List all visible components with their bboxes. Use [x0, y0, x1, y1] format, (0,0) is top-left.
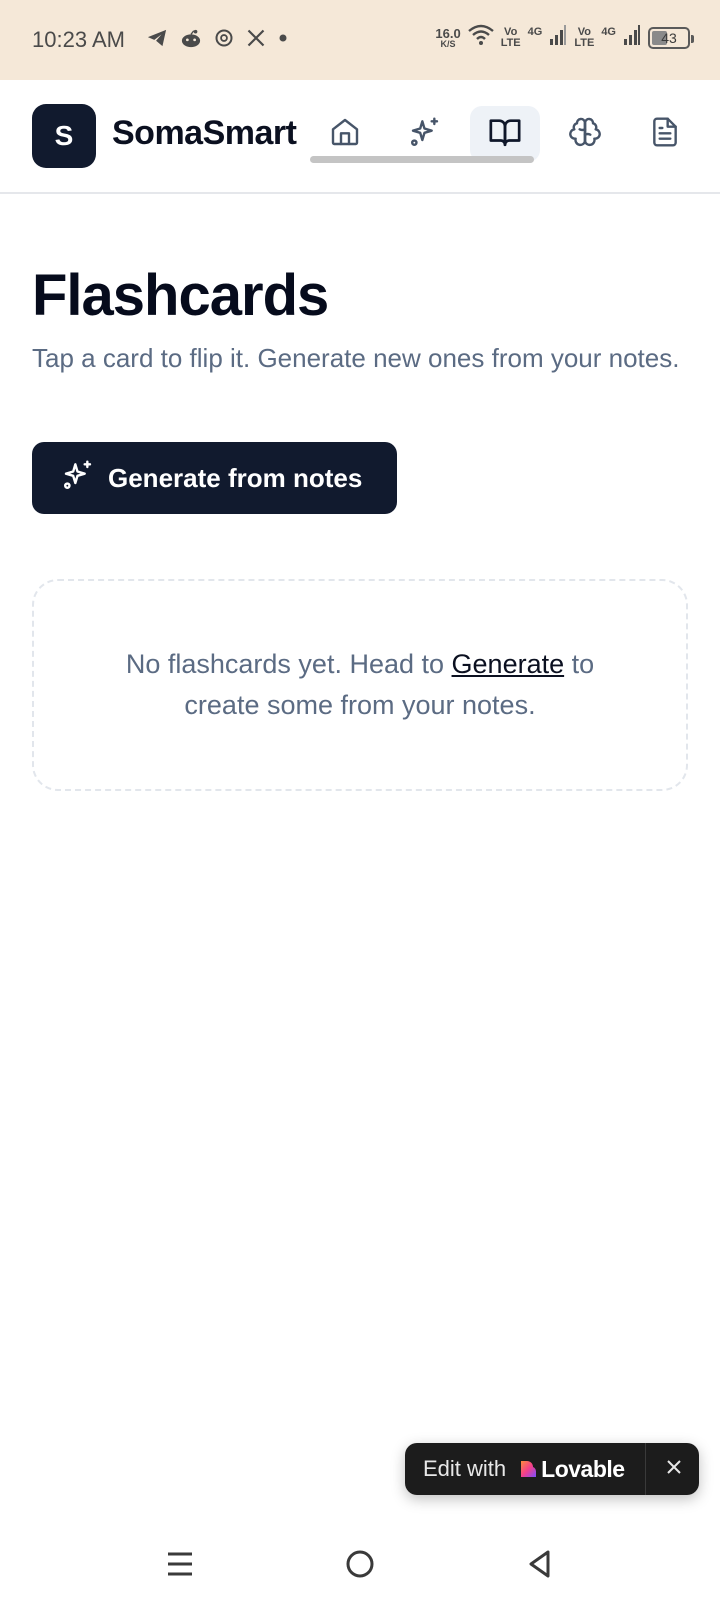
- status-app-icons: [146, 28, 288, 48]
- close-badge-button[interactable]: [661, 1456, 687, 1482]
- network-type-2: 4G: [601, 25, 616, 38]
- reddit-icon: [180, 28, 202, 48]
- empty-state-text: No flashcards yet. Head to Generate to c…: [125, 649, 595, 720]
- menu-icon: [166, 1550, 194, 1583]
- volte-indicator-1: Vo LTE: [500, 25, 521, 49]
- sparkles-icon: [62, 459, 94, 498]
- signal-icon-1: [549, 24, 567, 51]
- circle-icon: [345, 1549, 375, 1584]
- nav-notes[interactable]: [630, 106, 700, 162]
- home-button[interactable]: [340, 1546, 380, 1586]
- close-icon: [666, 1459, 682, 1480]
- signal-icon-2: [623, 24, 641, 51]
- recents-button[interactable]: [160, 1546, 200, 1586]
- threads-icon: [214, 28, 234, 48]
- lovable-brand: Lovable: [541, 1455, 625, 1482]
- nav-generate[interactable]: [390, 106, 460, 162]
- generate-link[interactable]: Generate: [452, 649, 565, 679]
- nav-home[interactable]: [310, 106, 380, 162]
- sparkles-icon: [409, 116, 441, 153]
- triangle-back-icon: [526, 1549, 554, 1584]
- battery-icon: 43: [648, 26, 694, 49]
- dot-icon: [278, 33, 288, 43]
- status-bar: 10:23 AM 16.0 K/S Vo LTE 4G Vo LTE 4G 43: [0, 0, 720, 80]
- lovable-heart-icon: [518, 1459, 538, 1479]
- lovable-badge[interactable]: Edit with Lovable: [405, 1443, 699, 1495]
- empty-state: No flashcards yet. Head to Generate to c…: [32, 579, 688, 791]
- wifi-icon: [467, 24, 494, 51]
- book-open-icon: [488, 115, 522, 154]
- nav-quiz[interactable]: [550, 106, 620, 162]
- main-nav: [310, 106, 710, 162]
- generate-button-label: Generate from notes: [108, 462, 363, 493]
- lovable-label: Edit with: [423, 1456, 507, 1481]
- back-button[interactable]: [520, 1546, 560, 1586]
- generate-from-notes-button[interactable]: Generate from notes: [32, 442, 397, 514]
- page-subtitle: Tap a card to flip it. Generate new ones…: [32, 343, 680, 373]
- app-logo[interactable]: S: [32, 104, 96, 168]
- brain-icon: [569, 116, 601, 153]
- volte-indicator-2: Vo LTE: [574, 25, 595, 49]
- network-speed: 16.0 K/S: [435, 25, 461, 49]
- nav-scrollbar[interactable]: [310, 156, 534, 163]
- network-type-1: 4G: [527, 25, 543, 38]
- brand-name[interactable]: SomaSmart: [112, 114, 297, 153]
- logo-letter: S: [54, 120, 74, 151]
- status-indicators: 16.0 K/S Vo LTE 4G Vo LTE 4G 43: [435, 24, 694, 51]
- x-icon: [246, 28, 266, 48]
- lovable-divider: [645, 1443, 646, 1495]
- status-time: 10:23 AM: [32, 27, 125, 52]
- page-title: Flashcards: [32, 263, 329, 328]
- file-text-icon: [649, 116, 681, 153]
- app-header: S SomaSmart: [0, 80, 720, 194]
- battery-level: 43: [661, 29, 677, 46]
- nav-flashcards[interactable]: [470, 106, 540, 162]
- system-nav-bar: [0, 1530, 720, 1612]
- telegram-icon: [146, 28, 168, 48]
- home-icon: [329, 116, 361, 153]
